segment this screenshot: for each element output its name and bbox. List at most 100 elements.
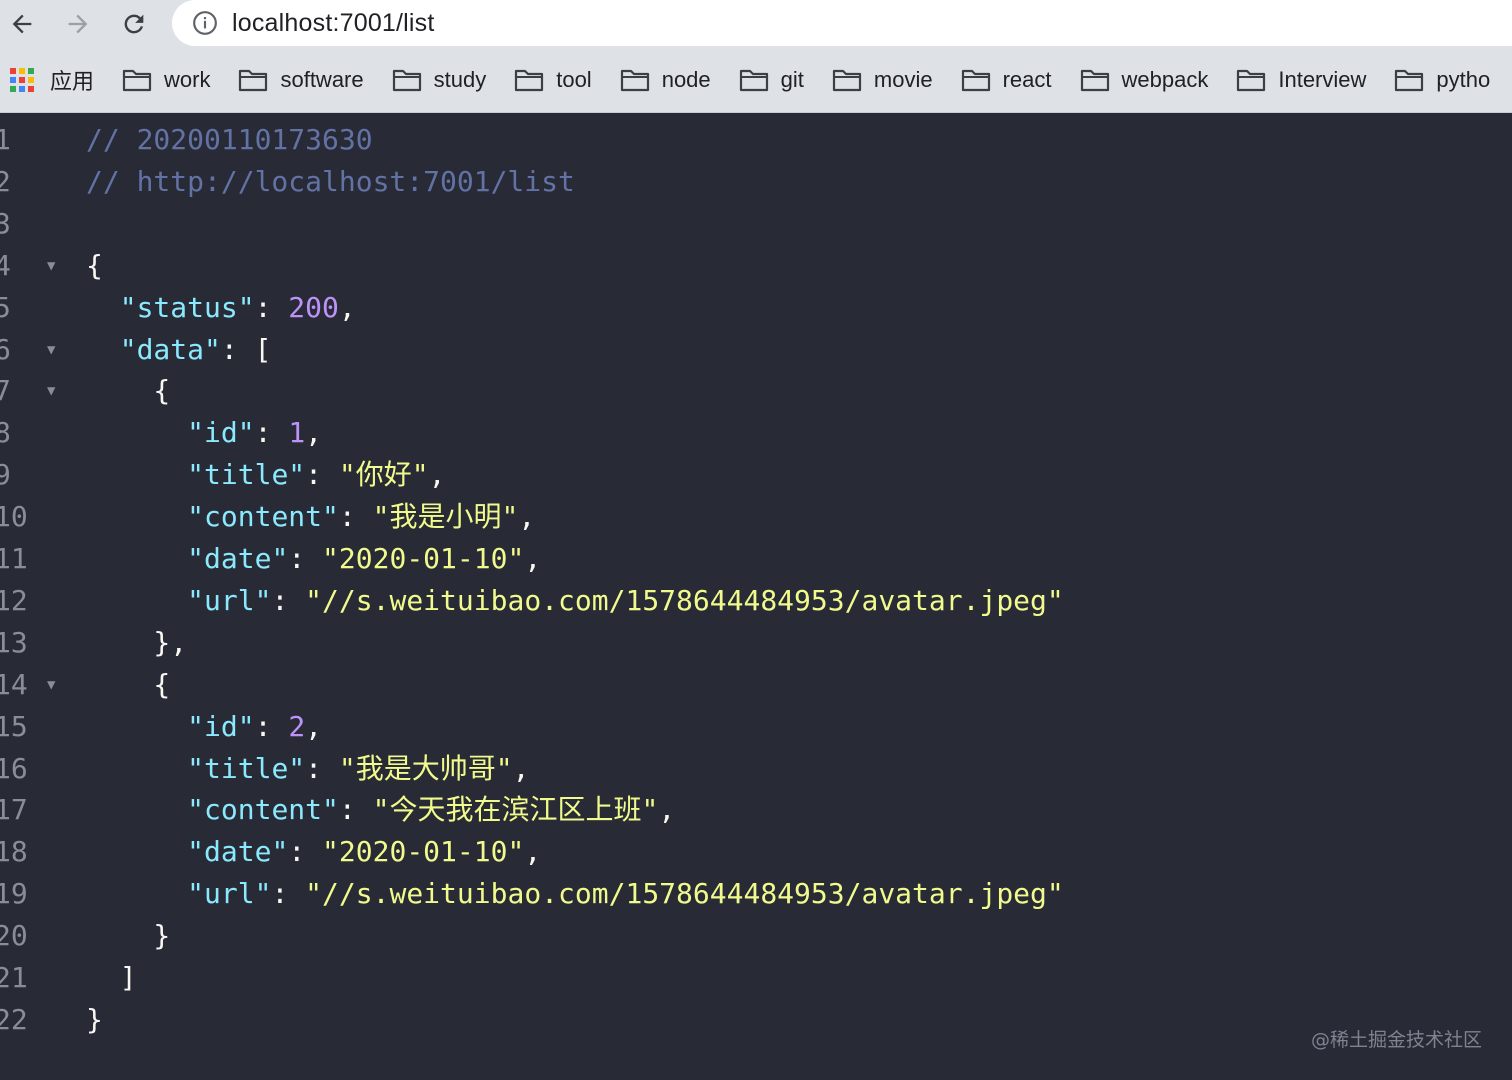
- code-token: "//s.weituibao.com/1578644484953/avatar.…: [305, 583, 1064, 617]
- bookmark-movie[interactable]: movie: [832, 60, 933, 100]
- code-token: ,: [305, 709, 323, 743]
- bookmark-label: tool: [556, 67, 592, 92]
- code-token: "今天我在滨江区上班": [372, 793, 659, 827]
- info-icon[interactable]: [192, 10, 218, 36]
- bookmark-apps-label: 应用: [50, 69, 95, 94]
- code-token: :: [305, 458, 339, 492]
- bookmark-node[interactable]: node: [620, 60, 711, 100]
- code-token: ,: [512, 751, 530, 785]
- bookmark-label: node: [661, 67, 711, 92]
- code-text: }: [86, 999, 103, 1041]
- bookmark-tool[interactable]: tool: [514, 60, 592, 100]
- bookmark-label: webpack: [1121, 67, 1209, 92]
- address-bar[interactable]: localhost:7001/list: [172, 0, 1512, 46]
- code-text: "content": "今天我在滨江区上班",: [86, 789, 675, 831]
- code-token: ,: [518, 500, 536, 534]
- fold-toggle-icon[interactable]: ▼: [47, 245, 55, 287]
- code-token: :: [338, 793, 373, 827]
- code-line: 19 "url": "//s.weituibao.com/15786444849…: [0, 873, 1512, 915]
- folder-icon: [620, 69, 649, 92]
- folder-icon: [1395, 69, 1424, 92]
- code-token: :: [271, 877, 306, 911]
- bookmark-study[interactable]: study: [392, 60, 486, 100]
- fold-toggle-icon[interactable]: ▼: [47, 664, 55, 706]
- bookmark-label: react: [1002, 67, 1052, 92]
- bookmark-react[interactable]: react: [961, 60, 1052, 100]
- code-line: 11 "date": "2020-01-10",: [0, 538, 1512, 580]
- bookmark-interview[interactable]: Interview: [1236, 60, 1366, 100]
- line-number: 12: [0, 583, 28, 617]
- apps-grid-icon: [10, 68, 34, 92]
- code-text: "url": "//s.weituibao.com/1578644484953/…: [86, 580, 1064, 622]
- code-token: // http://localhost:7001/list: [86, 164, 575, 198]
- bookmark-webpack[interactable]: webpack: [1080, 60, 1209, 100]
- code-token: "title": [187, 751, 306, 785]
- line-number: 10: [0, 500, 28, 534]
- code-text: {: [86, 370, 170, 412]
- browser-toolbar: localhost:7001/list: [0, 0, 1512, 48]
- code-token: {: [86, 248, 103, 282]
- code-token: "id": [187, 416, 255, 450]
- code-line: 6 ▼ "data": [: [0, 329, 1512, 371]
- bookmark-apps[interactable]: 应用: [10, 60, 94, 100]
- code-line: 7 ▼ {: [0, 370, 1512, 412]
- bookmark-software[interactable]: software: [238, 60, 364, 100]
- bookmarks-bar: 应用 work software study tool node git movie reac…: [0, 48, 1512, 113]
- line-number: 16: [0, 751, 28, 785]
- code-token: "content": [187, 793, 339, 827]
- code-text: },: [86, 622, 187, 664]
- json-viewer: 1 // 20200110173630 2 // http://localhost:7…: [0, 113, 1512, 1080]
- code-token: ,: [658, 793, 676, 827]
- arrow-right-icon: [68, 14, 88, 34]
- code-text: {: [86, 664, 170, 706]
- reload-button[interactable]: [114, 4, 154, 44]
- code-token: ,: [524, 542, 542, 575]
- fold-toggle-icon[interactable]: ▼: [47, 370, 55, 412]
- code-token: :: [288, 835, 323, 869]
- code-token: ,: [338, 290, 356, 324]
- code-token: "date": [187, 835, 289, 869]
- code-token: }: [86, 1002, 103, 1036]
- back-button[interactable]: [2, 4, 42, 44]
- line-number: 13: [0, 625, 28, 659]
- code-token: "我是大帅哥": [338, 751, 513, 785]
- folder-icon: [1237, 69, 1266, 92]
- code-token: :: [338, 500, 373, 534]
- code-text: "date": "2020-01-10",: [86, 831, 541, 873]
- code-token: }: [86, 919, 171, 953]
- code-line: 17 "content": "今天我在滨江区上班",: [0, 789, 1512, 831]
- arrow-left-icon: [12, 14, 32, 34]
- forward-button[interactable]: [58, 4, 98, 44]
- code-token: "url": [187, 877, 272, 911]
- code-text: "title": "我是大帅哥",: [86, 748, 529, 790]
- line-number: 3: [0, 206, 11, 240]
- code-token: 1: [288, 416, 306, 450]
- folder-icon: [122, 69, 152, 92]
- code-token: "data": [119, 332, 221, 366]
- code-text: "status": 200,: [86, 287, 356, 329]
- code-token: 2: [288, 709, 306, 743]
- line-number: 15: [0, 709, 28, 743]
- code-token: "2020-01-10": [322, 542, 525, 575]
- folder-icon: [239, 69, 268, 92]
- code-line: 1 // 20200110173630: [0, 119, 1512, 161]
- line-number: 18: [0, 835, 28, 869]
- bookmark-git[interactable]: git: [739, 60, 804, 100]
- code-token: ,: [524, 835, 542, 869]
- code-token: "content": [187, 500, 339, 534]
- bookmark-work[interactable]: work: [122, 60, 210, 100]
- code-line: 16 "title": "我是大帅哥",: [0, 748, 1512, 790]
- line-number: 8: [0, 416, 11, 450]
- code-token: {: [86, 374, 171, 408]
- fold-toggle-icon[interactable]: ▼: [47, 329, 55, 371]
- code-token: ]: [86, 961, 137, 994]
- url-text[interactable]: localhost:7001/list: [232, 9, 435, 38]
- bookmark-pytho[interactable]: pytho: [1394, 60, 1490, 100]
- code-line: 9 "title": "你好",: [0, 454, 1512, 496]
- line-number: 17: [0, 793, 28, 827]
